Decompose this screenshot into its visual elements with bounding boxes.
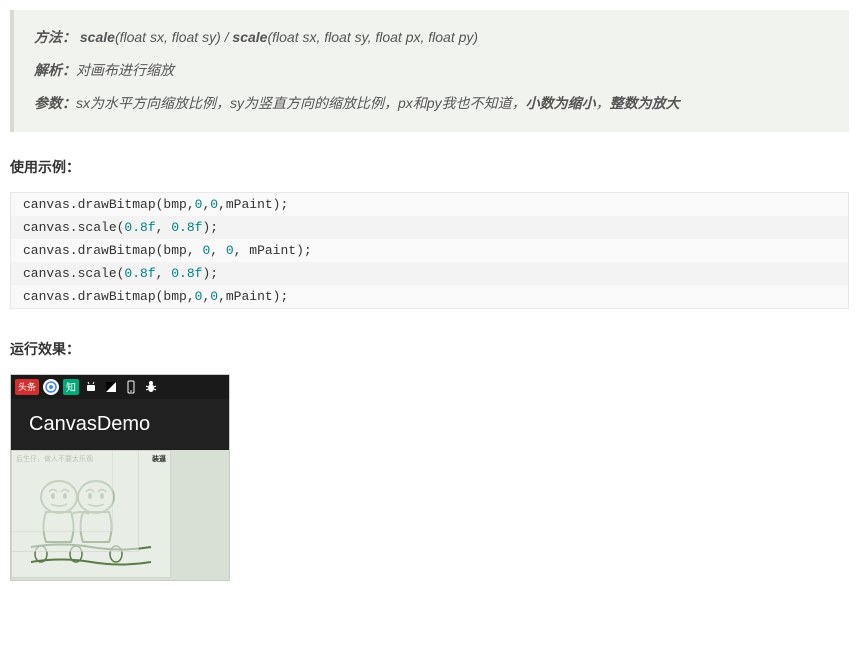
params-bold-2: 整数为放大 [610,95,680,111]
result-header: 运行效果： [10,339,849,359]
code-line: canvas.drawBitmap(bmp,0,0,mPaint); [11,193,848,216]
code-line: canvas.drawBitmap(bmp,0,0,mPaint); [11,285,848,308]
params-sep: ， [596,95,610,111]
card-icon [103,379,119,395]
zhi-icon: 知 [63,379,79,395]
browser-icon [43,379,59,395]
params-text: sx为水平方向缩放比例，sy为竖直方向的缩放比例，px和py我也不知道， [76,95,526,111]
example-header: 使用示例： [10,157,849,177]
method-sig-2: scale [232,29,267,45]
params-line: 参数：sx为水平方向缩放比例，sy为竖直方向的缩放比例，px和py我也不知道，小… [34,91,829,116]
code-line: canvas.scale(0.8f, 0.8f); [11,262,848,285]
android-icon [83,379,99,395]
app-title: CanvasDemo [29,413,150,435]
code-block: canvas.drawBitmap(bmp,0,0,mPaint); canva… [10,192,849,309]
info-box: 方法： scale(float sx, float sy) / scale(fl… [10,10,849,132]
method-line: 方法： scale(float sx, float sy) / scale(fl… [34,25,829,50]
method-params-1: (float sx, float sy) [115,29,221,45]
meme-text-right: 装逼 [152,454,166,464]
analysis-label: 解析： [34,62,76,78]
meme-layer-3 [11,450,113,532]
status-bar: 头条 知 [11,375,229,399]
analysis-line: 解析：对画布进行缩放 [34,58,829,83]
canvas-area: 后生仔，做人不要太乐观 装逼 [11,450,229,580]
phone-icon [123,379,139,395]
method-label: 方法： [34,29,76,45]
app-header: CanvasDemo [11,399,229,450]
method-separator: / [221,29,233,45]
android-screenshot: 头条 知 CanvasDemo 后生仔，做人不要太乐观 装逼 [10,374,230,581]
params-label: 参数： [34,95,76,111]
code-line: canvas.drawBitmap(bmp, 0, 0, mPaint); [11,239,848,262]
code-line: canvas.scale(0.8f, 0.8f); [11,216,848,239]
bug-icon [143,379,159,395]
method-params-2: (float sx, float sy, float px, float py) [267,29,478,45]
status-badge-icon: 头条 [15,379,39,395]
params-bold-1: 小数为缩小 [526,95,596,111]
method-sig-1: scale [80,29,115,45]
analysis-text: 对画布进行缩放 [76,62,174,78]
